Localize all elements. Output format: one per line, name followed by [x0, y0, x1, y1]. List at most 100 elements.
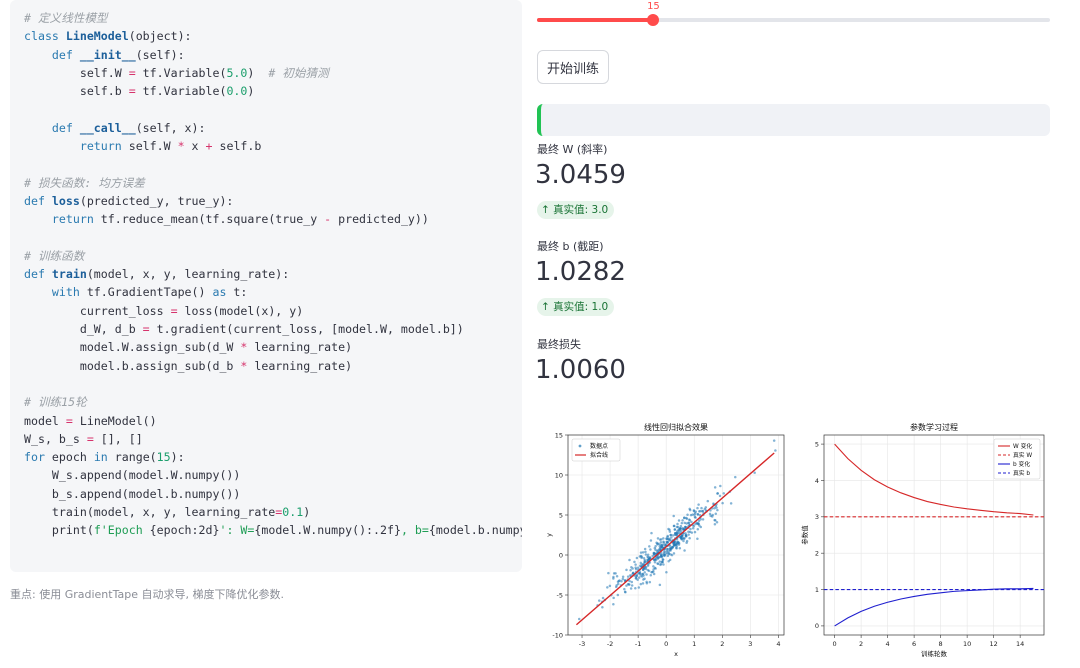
code-token: ) [247, 84, 255, 99]
code-token: self.b [212, 139, 262, 154]
code-token: train [51, 267, 87, 282]
code-token: def [24, 267, 52, 282]
code-token: LineModel [65, 29, 129, 44]
code-token: current_loss [24, 303, 171, 318]
code-line: # 训练15轮 [24, 393, 522, 411]
scatter-point [646, 564, 650, 567]
code-token: t.gradient(current_loss, [model.W, model… [149, 322, 464, 337]
code-token: print( [24, 523, 94, 538]
y-tick-label: -5 [557, 591, 563, 599]
scatter-point [612, 603, 615, 606]
x-tick-label: 0 [833, 640, 837, 648]
scatter-point [639, 554, 643, 558]
legend: 数据点拟合线 [571, 438, 621, 462]
epochs-slider[interactable]: 15 [537, 0, 1050, 36]
slider-thumb[interactable] [647, 14, 660, 26]
scatter-point [672, 514, 675, 518]
scatter-point [668, 547, 672, 550]
legend-marker [578, 444, 582, 448]
x-tick-label: 6 [912, 640, 916, 648]
code-token: loss [51, 193, 80, 208]
scatter-point [644, 550, 647, 554]
arrow-up-icon: ↑ [541, 204, 550, 216]
scatter-point [689, 513, 693, 517]
code-token: = [128, 84, 136, 99]
scatter-point [688, 518, 691, 521]
slider-value-label: 15 [647, 1, 660, 12]
scatter-point [667, 560, 670, 563]
scatter-point [698, 510, 701, 513]
scatter-point [634, 587, 637, 590]
scatter-point [658, 560, 662, 563]
scatter-point [637, 586, 641, 589]
scatter-point [635, 556, 639, 560]
scatter-point [672, 552, 676, 555]
scatter-point [645, 580, 648, 584]
code-token: tf.Variable( [135, 84, 227, 99]
scatter-point [653, 561, 657, 564]
scatter-point [658, 538, 662, 541]
code-line: def __call__(self, x): [24, 119, 522, 137]
scatter-point [675, 547, 678, 550]
code-line: # 训练函数 [24, 247, 522, 265]
x-tick-label: 4 [776, 640, 780, 648]
scatter-point [639, 574, 643, 577]
charts-figure: -3 -2 -1 0 1 2 3 4 -10 -5 0 5 10 15 线性回归拟合效果 x y 数据点 拟合线 0… [538, 420, 1050, 660]
y-tick-label: 0 [815, 622, 819, 630]
y-axis-label: y [545, 533, 553, 537]
code-token: , b= [400, 523, 429, 538]
code-token: # 训练15轮 [24, 395, 87, 410]
scatter-point [641, 572, 645, 576]
code-token: (self): [135, 47, 185, 62]
scatter-point [656, 537, 660, 540]
scatter-point [675, 531, 678, 535]
code-token: def [51, 47, 80, 62]
code-token: loss(model(x), y) [177, 303, 304, 318]
scatter-point [659, 546, 662, 549]
code-token: # 损失函数: 均方误差 [24, 175, 145, 190]
scatter-point [628, 558, 631, 562]
code-token: for [24, 450, 45, 465]
legend-label: 真实 W [1013, 451, 1032, 459]
code-line: model.W.assign_sub(d_W * learning_rate) [24, 338, 522, 356]
x-tick-label: -2 [607, 640, 613, 648]
scatter-point [666, 554, 670, 558]
scatter-point [643, 577, 646, 580]
code-token: def [51, 120, 80, 135]
code-token: 0.1 [282, 505, 304, 520]
scatter-point [647, 555, 650, 559]
scatter-point [729, 502, 733, 505]
scatter-point [662, 540, 665, 543]
x-tick-label: 8 [939, 640, 943, 648]
scatter-point [671, 534, 675, 537]
scatter-point [650, 531, 653, 535]
code-block: # 定义线性模型 class LineModel(object): def __i… [10, 0, 522, 572]
status-box [537, 104, 1050, 136]
scatter-point [683, 521, 686, 525]
scatter-point [645, 573, 648, 576]
code-token: (object): [128, 29, 192, 44]
scatter-point [713, 523, 717, 526]
scatter-point [697, 503, 700, 506]
scatter-point [636, 578, 639, 582]
start-training-button[interactable]: 开始训练 [537, 50, 609, 84]
scatter-point [688, 536, 691, 540]
code-token: (model, x, y, learning_rate): [86, 267, 290, 282]
x-tick-label: 12 [989, 640, 997, 648]
code-token: model.W.assign_sub(d_W [24, 340, 241, 355]
code-token: predicted_y)) [331, 212, 429, 227]
x-axis-label: x [674, 650, 678, 658]
code-token: class [24, 29, 66, 44]
scatter-point [663, 550, 667, 553]
scatter-point [635, 573, 639, 577]
code-line: W_s, b_s = [], [] [24, 430, 522, 448]
scatter-point [612, 575, 615, 579]
scatter-point [690, 520, 693, 524]
scatter-point [666, 534, 670, 538]
scatter-point [608, 584, 612, 588]
scatter-point [633, 560, 636, 564]
y-tick-label: 1 [815, 586, 819, 594]
